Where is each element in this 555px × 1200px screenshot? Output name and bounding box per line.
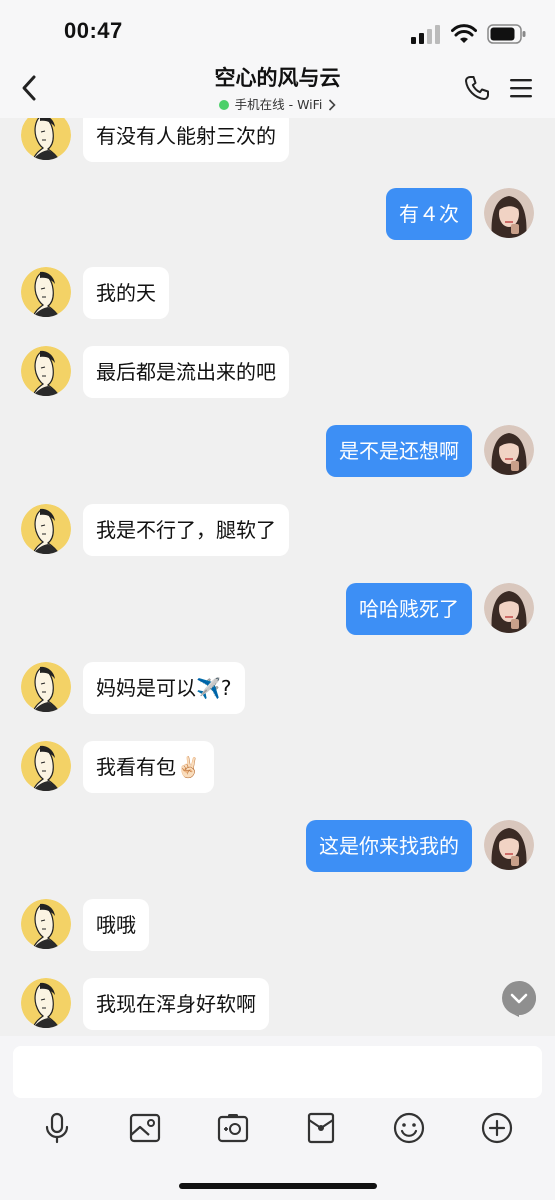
home-indicator[interactable] (179, 1183, 377, 1189)
wifi-icon (451, 24, 477, 43)
message-bubble[interactable]: 我现在浑身好软啊 (83, 978, 269, 1030)
status-bar: 00:47 (0, 0, 555, 64)
input-bar (0, 1036, 555, 1200)
image-icon[interactable] (125, 1108, 165, 1148)
message-bubble[interactable]: 我是不行了，腿软了 (83, 504, 289, 556)
message-row: 哦哦 (0, 899, 555, 951)
my-avatar[interactable] (484, 188, 534, 238)
contact-avatar[interactable] (21, 662, 71, 712)
my-avatar[interactable] (484, 583, 534, 633)
contact-avatar[interactable] (21, 504, 71, 554)
emoji-icon[interactable] (389, 1108, 429, 1148)
contact-avatar[interactable] (21, 346, 71, 396)
message-bubble[interactable]: 妈妈是可以✈️? (83, 662, 245, 714)
message-row: 是不是还想啊 (0, 425, 555, 477)
menu-icon[interactable] (509, 76, 533, 100)
message-row: 我是不行了，腿软了 (0, 504, 555, 556)
message-row: 我看有包✌🏻 (0, 741, 555, 793)
chat-header: 空心的风与云 手机在线 - WiFi (0, 56, 555, 118)
message-row: 最后都是流出来的吧 (0, 346, 555, 398)
message-bubble[interactable]: 哦哦 (83, 899, 149, 951)
status-icons (411, 22, 527, 46)
my-avatar[interactable] (484, 820, 534, 870)
contact-avatar[interactable] (21, 899, 71, 949)
message-row: 我的天 (0, 267, 555, 319)
message-bubble[interactable]: 有没有人能射三次的 (83, 118, 289, 162)
chat-area[interactable]: 有没有人能射三次的 有４次 我的天 最后都是流出来的吧 是不是还想啊 我是不行了… (0, 118, 555, 1036)
battery-icon (487, 24, 526, 44)
status-time: 00:47 (64, 18, 123, 43)
message-row: 这是你来找我的 (0, 820, 555, 872)
online-dot-icon (218, 100, 229, 110)
contact-avatar[interactable] (21, 118, 71, 160)
my-avatar[interactable] (484, 425, 534, 475)
message-bubble[interactable]: 有４次 (386, 188, 472, 240)
contact-status-text: 手机在线 - WiFi (234, 97, 323, 112)
message-bubble[interactable]: 是不是还想啊 (326, 425, 472, 477)
camera-icon[interactable] (213, 1108, 253, 1148)
message-row: 妈妈是可以✈️? (0, 662, 555, 714)
message-row: 有没有人能射三次的 (0, 118, 555, 162)
message-row: 有４次 (0, 188, 555, 240)
message-bubble[interactable]: 哈哈贱死了 (346, 583, 472, 635)
message-row: 哈哈贱死了 (0, 583, 555, 635)
chevron-right-icon (329, 99, 337, 111)
message-bubble[interactable]: 我的天 (83, 267, 169, 319)
scroll-to-bottom-icon[interactable] (500, 980, 538, 1018)
contact-avatar[interactable] (21, 267, 71, 317)
contact-avatar[interactable] (21, 741, 71, 791)
phone-icon[interactable] (463, 74, 491, 102)
message-bubble[interactable]: 这是你来找我的 (306, 820, 472, 872)
signal-icon (411, 25, 440, 44)
red-packet-icon[interactable] (301, 1108, 341, 1148)
message-bubble[interactable]: 我看有包✌🏻 (83, 741, 214, 793)
message-bubble[interactable]: 最后都是流出来的吧 (83, 346, 289, 398)
microphone-icon[interactable] (37, 1108, 77, 1148)
message-row: 我现在浑身好软啊 (0, 978, 555, 1030)
plus-icon[interactable] (477, 1108, 517, 1148)
message-input[interactable] (13, 1046, 542, 1098)
contact-avatar[interactable] (21, 978, 71, 1028)
input-toolbar (0, 1108, 555, 1148)
